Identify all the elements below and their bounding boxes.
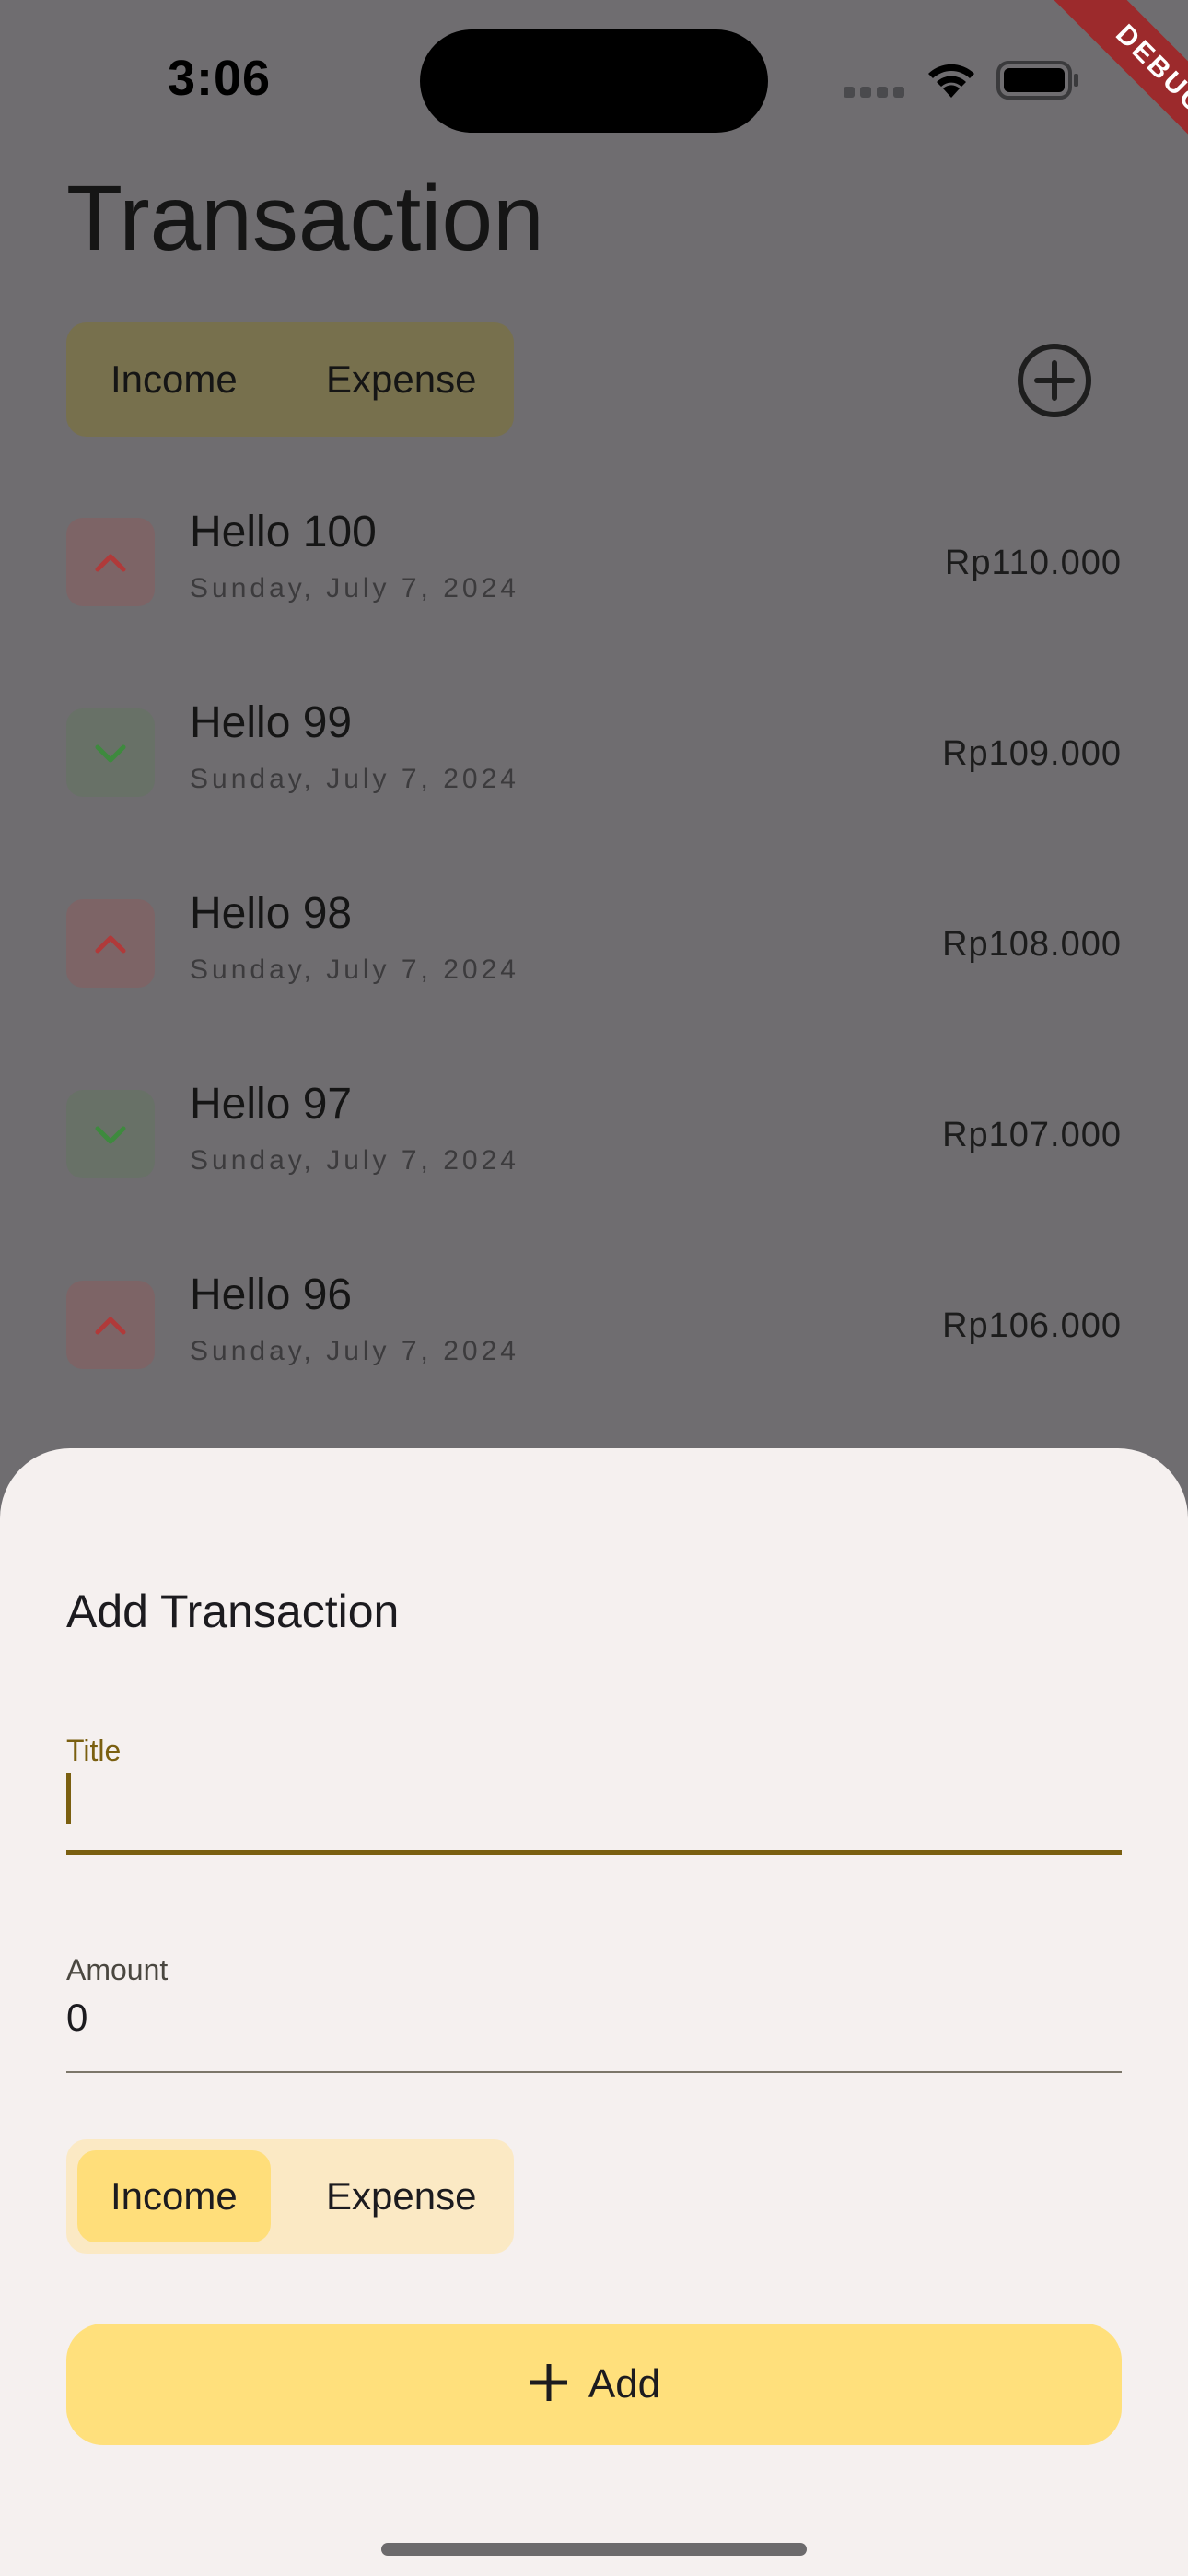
dynamic-island	[420, 29, 768, 133]
transaction-name: Hello 97	[190, 1080, 353, 1129]
amount-field-label: Amount	[66, 1953, 169, 1986]
transaction-row[interactable]: Hello 98 Sunday, July 7, 2024 Rp108.000	[66, 888, 1122, 1017]
add-button[interactable]: Add	[66, 2324, 1122, 2445]
transaction-date: Sunday, July 7, 2024	[190, 954, 519, 985]
transaction-name: Hello 98	[190, 889, 353, 938]
wifi-icon	[923, 57, 980, 104]
transaction-date: Sunday, July 7, 2024	[190, 764, 519, 794]
transaction-name: Hello 100	[190, 508, 377, 556]
transaction-row[interactable]: Hello 100 Sunday, July 7, 2024 Rp110.000	[66, 507, 1122, 636]
transaction-name: Hello 99	[190, 698, 353, 747]
toggle-expense-option[interactable]: Expense	[326, 2139, 476, 2254]
sheet-title: Add Transaction	[66, 1586, 400, 1637]
transaction-amount: Rp110.000	[944, 544, 1122, 582]
transaction-amount: Rp109.000	[942, 734, 1122, 773]
transaction-amount: Rp107.000	[942, 1116, 1122, 1154]
battery-icon	[996, 61, 1081, 104]
transaction-date: Sunday, July 7, 2024	[190, 573, 519, 603]
expense-arrow-icon	[66, 1090, 155, 1178]
toggle-income-option[interactable]: Income	[111, 2139, 238, 2254]
amount-field-underline	[66, 2071, 1122, 2073]
amount-field[interactable]: 0	[66, 1996, 87, 2040]
transaction-amount: Rp106.000	[942, 1306, 1122, 1345]
transaction-row[interactable]: Hello 96 Sunday, July 7, 2024 Rp106.000	[66, 1270, 1122, 1399]
transaction-row[interactable]: Hello 99 Sunday, July 7, 2024 Rp109.000	[66, 697, 1122, 826]
transaction-row[interactable]: Hello 97 Sunday, July 7, 2024 Rp107.000	[66, 1079, 1122, 1208]
income-arrow-icon	[66, 899, 155, 988]
transaction-amount: Rp108.000	[942, 925, 1122, 964]
title-field[interactable]	[66, 1850, 1122, 1855]
title-field-label: Title	[66, 1734, 122, 1767]
add-button-label: Add	[588, 2361, 661, 2406]
income-arrow-icon	[66, 518, 155, 606]
add-transaction-sheet: Add Transaction Title Amount 0 Income Ex…	[0, 1448, 1188, 2576]
status-time: 3:06	[168, 51, 272, 106]
transaction-name: Hello 96	[190, 1270, 353, 1319]
transaction-date: Sunday, July 7, 2024	[190, 1336, 519, 1366]
transaction-type-toggle: Income Expense	[66, 2139, 514, 2254]
home-indicator	[381, 2543, 807, 2556]
transaction-filter: Income Expense	[66, 322, 514, 437]
transaction-date: Sunday, July 7, 2024	[190, 1145, 519, 1176]
text-cursor	[66, 1773, 71, 1824]
add-circle-icon[interactable]	[1015, 341, 1094, 425]
expense-arrow-icon	[66, 708, 155, 797]
filter-expense-option[interactable]: Expense	[326, 322, 476, 437]
page-title: Transaction	[66, 167, 544, 270]
income-arrow-icon	[66, 1281, 155, 1369]
filter-income-option[interactable]: Income	[111, 322, 238, 437]
plus-icon	[528, 2361, 570, 2408]
